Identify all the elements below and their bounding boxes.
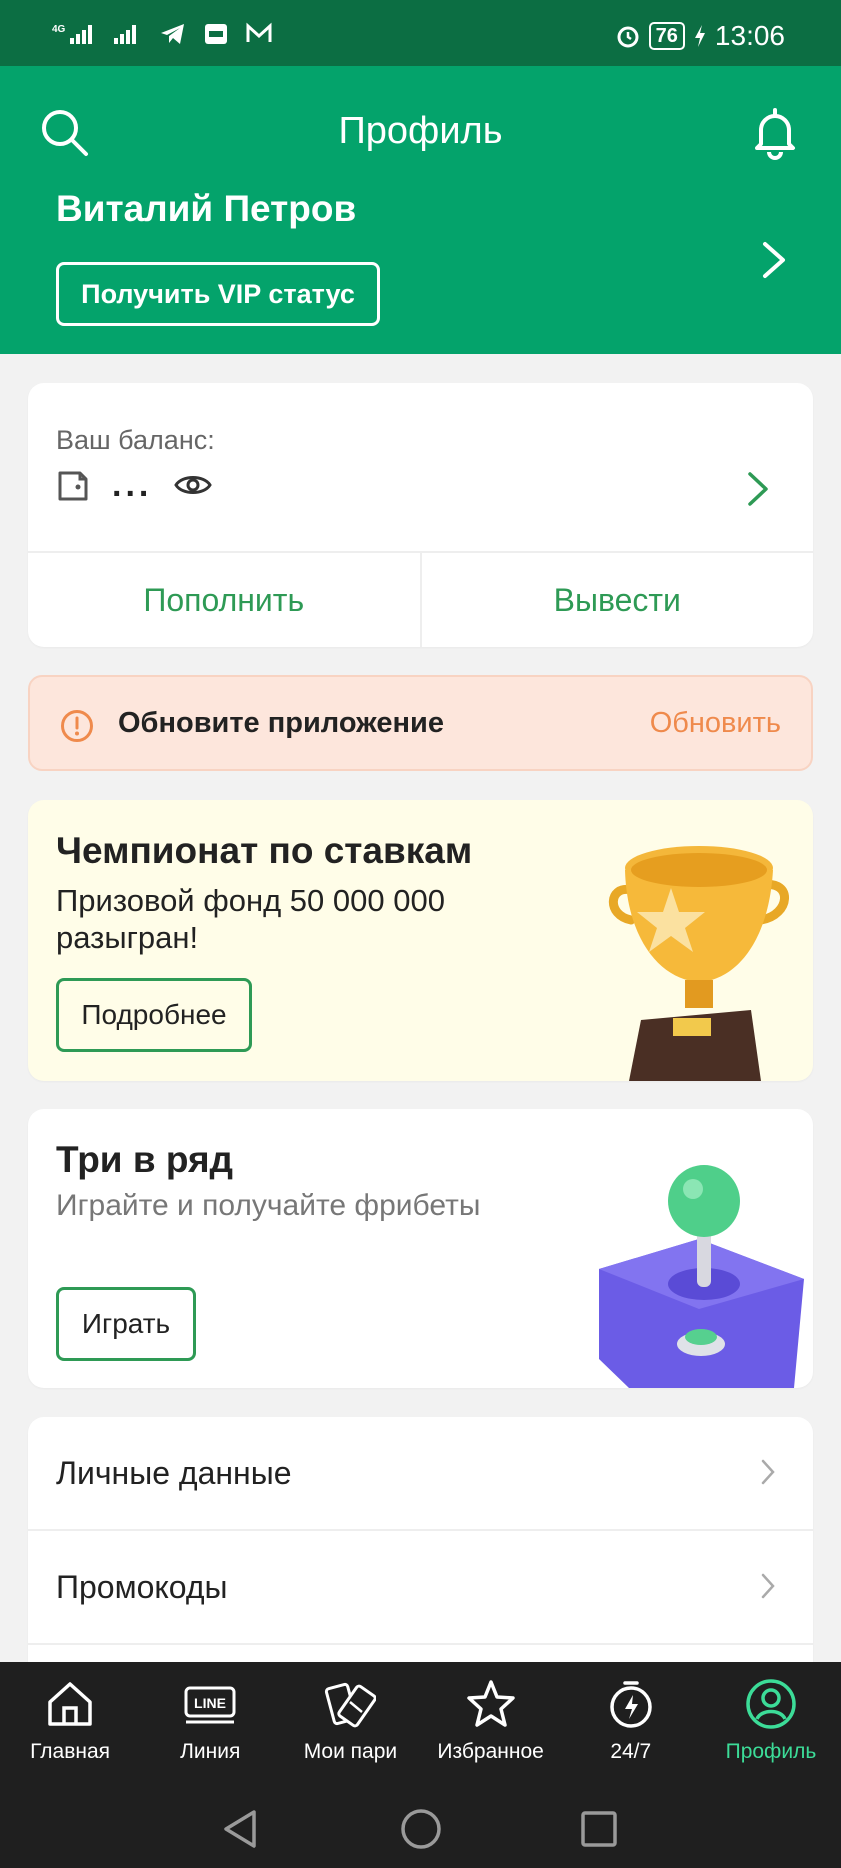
home-icon <box>48 1682 92 1726</box>
tabs: Главная LINE Линия Мои пари Избранное 24… <box>0 1662 841 1780</box>
balance-actions: Пополнить Вывести <box>28 553 813 647</box>
stopwatch-icon <box>610 1681 652 1728</box>
joystick-icon <box>599 1165 804 1388</box>
recents-icon[interactable] <box>576 1806 622 1852</box>
signal-4g-icon: 4G <box>52 24 92 44</box>
deposit-button[interactable]: Пополнить <box>28 553 420 647</box>
tab-24-7[interactable]: 24/7 <box>561 1662 701 1780</box>
tab-label: Главная <box>30 1740 111 1763</box>
update-button[interactable]: Обновить <box>650 707 781 740</box>
withdraw-button[interactable]: Вывести <box>419 553 814 647</box>
warning-icon <box>61 710 93 742</box>
tab-label: 24/7 <box>610 1740 652 1763</box>
mail-icon <box>246 22 272 42</box>
battery-level: 76 <box>648 22 685 50</box>
championship-promo-card[interactable]: Чемпионат по ставкам Призовой фонд 50 00… <box>28 800 813 1081</box>
eye-icon[interactable] <box>174 472 213 498</box>
menu-item-label: Личные данные <box>56 1455 292 1491</box>
chevron-right-icon <box>761 1459 775 1485</box>
star-icon <box>466 1680 515 1727</box>
three-in-row-card[interactable]: Три в ряд Играйте и получайте фрибеты Иг… <box>28 1109 813 1388</box>
play-button[interactable]: Играть <box>56 1287 196 1361</box>
balance-label: Ваш баланс: <box>56 425 215 455</box>
charging-icon <box>694 25 705 47</box>
update-message: Обновите приложение <box>118 707 444 739</box>
status-icons-right: 76 13:06 <box>615 20 785 52</box>
menu-item-personal-data[interactable]: Личные данные <box>28 1417 813 1531</box>
balance-value: ... <box>112 466 153 504</box>
tickets-icon <box>325 1682 377 1728</box>
menu-item-label: Промокоды <box>56 1569 228 1605</box>
balance-chevron-icon[interactable] <box>745 469 771 509</box>
line-icon: LINE <box>184 1686 236 1724</box>
page-title: Профиль <box>338 110 503 152</box>
balance-card: Ваш баланс: ... Пополнить Вывести <box>28 383 813 647</box>
status-icons-left: 4G <box>52 22 272 46</box>
telegram-icon <box>161 24 184 44</box>
signal-icon <box>114 25 136 44</box>
bell-icon[interactable] <box>747 104 803 160</box>
wallet-icon <box>58 471 88 501</box>
tab-label: Профиль <box>725 1740 817 1763</box>
alarm-icon <box>617 26 639 48</box>
tab-label: Избранное <box>437 1740 544 1763</box>
line-badge-text: LINE <box>194 1695 226 1711</box>
tab-line[interactable]: LINE Линия <box>140 1662 280 1780</box>
promo-title: Чемпионат по ставкам <box>56 830 473 871</box>
user-name[interactable]: Виталий Петров <box>56 188 356 230</box>
home-circle-icon[interactable] <box>398 1806 444 1852</box>
tab-my-bets[interactable]: Мои пари <box>280 1662 420 1780</box>
bottom-tab-bar: Главная LINE Линия Мои пари Избранное 24… <box>0 1662 841 1868</box>
system-nav-bar <box>0 1800 841 1860</box>
tab-label: Мои пари <box>303 1740 398 1763</box>
menu-item-promocodes[interactable]: Промокоды <box>28 1531 813 1645</box>
tab-favorites[interactable]: Избранное <box>421 1662 561 1780</box>
get-vip-button[interactable]: Получить VIP статус <box>56 262 380 326</box>
tab-label: Линия <box>180 1740 241 1763</box>
update-banner: Обновите приложение Обновить <box>28 675 813 771</box>
back-icon[interactable] <box>218 1806 264 1852</box>
trophy-icon <box>608 846 789 1081</box>
chevron-right-icon <box>761 1573 775 1599</box>
balance-row: ... <box>56 466 213 504</box>
app-icon <box>205 24 227 44</box>
profile-header: Профиль Виталий Петров Получить VIP стат… <box>0 66 841 354</box>
tab-profile[interactable]: Профиль <box>701 1662 841 1780</box>
tab-home[interactable]: Главная <box>0 1662 140 1780</box>
more-details-button[interactable]: Подробнее <box>56 978 252 1052</box>
chevron-right-icon[interactable] <box>759 238 789 282</box>
game-subtitle: Играйте и получайте фрибеты <box>56 1189 481 1222</box>
network-type: 4G <box>52 24 66 35</box>
clock: 13:06 <box>714 20 785 51</box>
game-title: Три в ряд <box>56 1139 234 1180</box>
status-bar: 4G 76 13:06 <box>0 0 841 66</box>
promo-subtitle: Призовой фонд 50 000 000 разыгран! <box>56 883 445 955</box>
profile-icon <box>746 1679 796 1729</box>
